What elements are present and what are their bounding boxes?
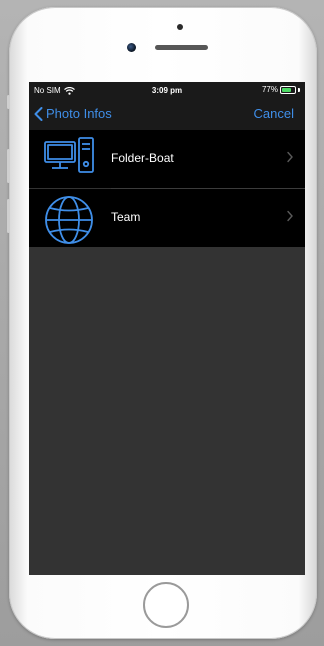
battery-cap <box>298 87 300 92</box>
list-item-label: Folder-Boat <box>111 151 174 165</box>
battery-percent: 77% <box>261 85 278 94</box>
computer-icon <box>44 137 94 173</box>
volume-up-button <box>7 149 10 183</box>
battery-group: 77% <box>262 85 300 94</box>
front-camera <box>127 43 136 52</box>
battery-icon <box>280 85 296 94</box>
navigation-bar: Photo Infos Cancel <box>29 99 305 131</box>
screen: No SIM 3:09 pm 77% Photo Infos Cancel Fo… <box>29 82 305 575</box>
cancel-button[interactable]: Cancel <box>254 106 294 121</box>
battery-fill <box>282 87 291 92</box>
proximity-sensor <box>177 24 183 30</box>
list-item-folder-boat[interactable]: Folder-Boat <box>29 130 305 188</box>
earpiece-speaker <box>155 45 208 50</box>
globe-icon <box>45 196 93 244</box>
chevron-left-icon <box>34 106 43 121</box>
chevron-right-icon <box>287 151 293 163</box>
home-button[interactable] <box>143 582 189 628</box>
status-bar: No SIM 3:09 pm 77% <box>29 82 305 99</box>
destination-list: Folder-Boat Team <box>29 130 305 247</box>
volume-down-button <box>7 199 10 233</box>
back-button-label: Photo Infos <box>46 106 112 121</box>
list-item-team[interactable]: Team <box>29 189 305 247</box>
page: No SIM 3:09 pm 77% Photo Infos Cancel Fo… <box>0 0 324 646</box>
mute-switch <box>7 95 10 109</box>
back-button[interactable]: Photo Infos <box>34 106 112 121</box>
chevron-right-icon <box>287 210 293 222</box>
list-item-label: Team <box>111 210 141 224</box>
